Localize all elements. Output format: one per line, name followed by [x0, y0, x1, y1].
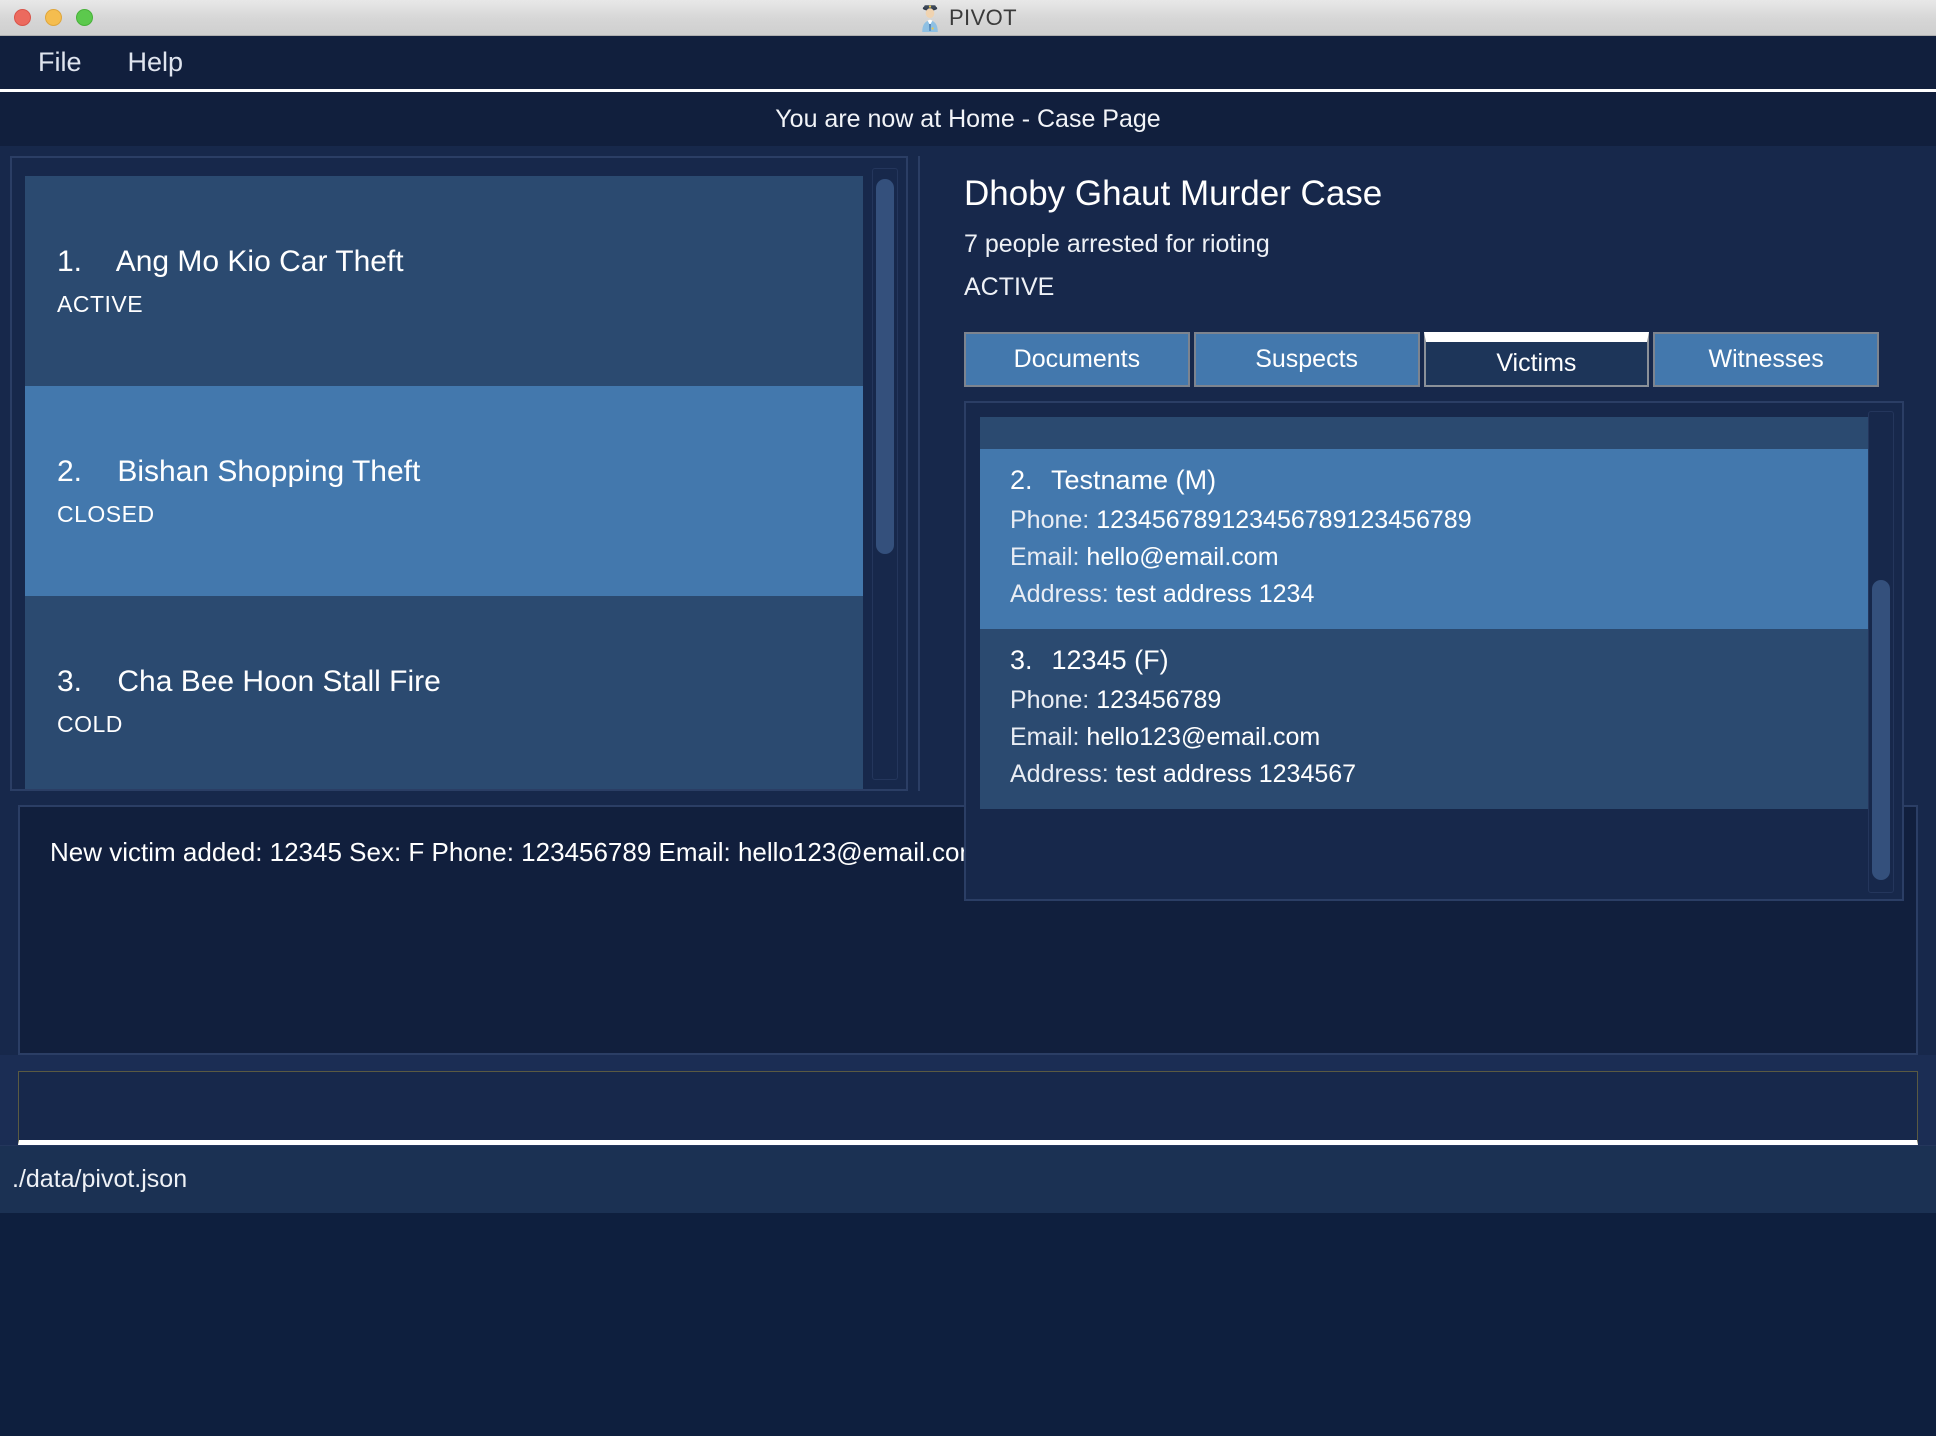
victims-panel: 2. Testname (M) Phone: 12345678912345678…: [964, 401, 1904, 901]
victim-address-label: Address:: [1010, 760, 1109, 788]
victim-address-label: Address:: [1010, 580, 1109, 608]
case-item-number: 1.: [57, 244, 83, 278]
case-item-name: Ang Mo Kio Car Theft: [115, 244, 404, 278]
victim-name-line: 3. 12345 (F): [1010, 645, 1840, 676]
case-list-item[interactable]: 1. Ang Mo Kio Car Theft ACTIVE: [25, 176, 863, 386]
police-officer-icon: [922, 4, 938, 32]
case-detail-status: ACTIVE: [964, 273, 1055, 301]
victim-card[interactable]: 2. Testname (M) Phone: 12345678912345678…: [980, 449, 1870, 629]
victim-phone-value: 123456789123456789123456789: [1096, 506, 1472, 534]
menu-help[interactable]: Help: [116, 45, 196, 80]
case-list-item[interactable]: 2. Bishan Shopping Theft CLOSED: [25, 386, 863, 596]
case-list-item[interactable]: 3. Cha Bee Hoon Stall Fire COLD: [25, 596, 863, 789]
victim-phone-label: Phone:: [1010, 686, 1090, 714]
case-item-status: ACTIVE: [57, 290, 144, 317]
window-titlebar: PIVOT: [0, 0, 1936, 36]
victim-card[interactable]: 3. 12345 (F) Phone: 123456789 Email: hel…: [980, 629, 1870, 809]
victims-list[interactable]: 2. Testname (M) Phone: 12345678912345678…: [980, 417, 1870, 809]
case-item-title: 3. Cha Bee Hoon Stall Fire: [57, 665, 831, 699]
victim-address-line: Address: test address 1234: [1010, 580, 1840, 609]
victim-name: 12345: [1051, 645, 1127, 675]
victim-number: 3.: [1010, 645, 1033, 675]
menu-file[interactable]: File: [26, 45, 94, 80]
breadcrumb-bar: You are now at Home - Case Page: [0, 92, 1936, 146]
victim-name: Testname: [1051, 465, 1169, 495]
tab-suspects[interactable]: Suspects: [1193, 332, 1420, 387]
victim-email-label: Email:: [1010, 723, 1080, 751]
case-list[interactable]: 1. Ang Mo Kio Car Theft ACTIVE 2. Bishan…: [25, 176, 863, 789]
victim-address-value: test address 1234567: [1115, 760, 1357, 788]
victim-email-line: Email: hello123@email.com: [1010, 723, 1840, 752]
case-item-number: 3.: [57, 664, 83, 698]
case-list-pane: 1. Ang Mo Kio Car Theft ACTIVE 2. Bishan…: [10, 156, 908, 791]
case-list-scrollbar[interactable]: [872, 168, 898, 780]
victim-phone-line: Phone: 123456789: [1010, 686, 1840, 715]
victim-phone-value: 123456789: [1096, 686, 1222, 714]
close-button[interactable]: [14, 9, 31, 26]
victim-sex: (M): [1175, 465, 1217, 495]
case-detail-tabs: Documents Suspects Victims Witnesses: [964, 332, 1879, 387]
victim-email-value: hello@email.com: [1086, 543, 1279, 571]
case-detail-pane: Dhoby Ghaut Murder Case 7 people arreste…: [918, 156, 1926, 901]
minimize-button[interactable]: [45, 9, 62, 26]
victim-phone-line: Phone: 123456789123456789123456789: [1010, 506, 1840, 535]
victim-email-line: Email: hello@email.com: [1010, 543, 1840, 572]
victim-address-value: test address 1234: [1115, 580, 1315, 608]
breadcrumb: You are now at Home - Case Page: [775, 104, 1161, 133]
victim-address-line: Address: test address 1234567: [1010, 760, 1840, 789]
maximize-button[interactable]: [76, 9, 93, 26]
victim-sex: (F): [1134, 645, 1169, 675]
tab-victims[interactable]: Victims: [1423, 332, 1650, 387]
status-file-path: ./data/pivot.json: [12, 1165, 188, 1193]
tab-documents[interactable]: Documents: [964, 332, 1190, 387]
status-bar: ./data/pivot.json: [0, 1145, 1936, 1213]
case-item-status: COLD: [57, 710, 123, 737]
command-input-wrapper: [0, 1055, 1936, 1145]
victim-number: 2.: [1010, 465, 1033, 495]
command-input[interactable]: [18, 1071, 1918, 1145]
victim-name-line: 2. Testname (M): [1010, 465, 1840, 496]
victim-phone-label: Phone:: [1010, 506, 1090, 534]
traffic-lights: [14, 9, 93, 26]
case-item-name: Bishan Shopping Theft: [117, 454, 421, 488]
case-item-title: 1. Ang Mo Kio Car Theft: [57, 245, 831, 279]
case-list-scrollbar-thumb[interactable]: [876, 179, 894, 554]
main-panes: 1. Ang Mo Kio Car Theft ACTIVE 2. Bishan…: [0, 146, 1936, 901]
menu-bar: File Help: [0, 36, 1936, 92]
case-detail-description: 7 people arrested for rioting: [964, 230, 1270, 258]
victim-email-label: Email:: [1010, 543, 1080, 571]
victims-scrollbar-thumb[interactable]: [1872, 580, 1890, 880]
victims-list-partial-item[interactable]: [980, 417, 1870, 449]
app-title: PIVOT: [948, 4, 1017, 30]
case-detail-title: Dhoby Ghaut Murder Case: [964, 174, 1383, 213]
case-item-status: CLOSED: [57, 500, 155, 527]
tab-witnesses[interactable]: Witnesses: [1653, 332, 1879, 387]
case-item-number: 2.: [57, 454, 83, 488]
victims-scrollbar[interactable]: [1868, 411, 1894, 893]
victim-email-value: hello123@email.com: [1086, 723, 1321, 751]
case-item-title: 2. Bishan Shopping Theft: [57, 455, 831, 489]
case-item-name: Cha Bee Hoon Stall Fire: [117, 664, 441, 698]
